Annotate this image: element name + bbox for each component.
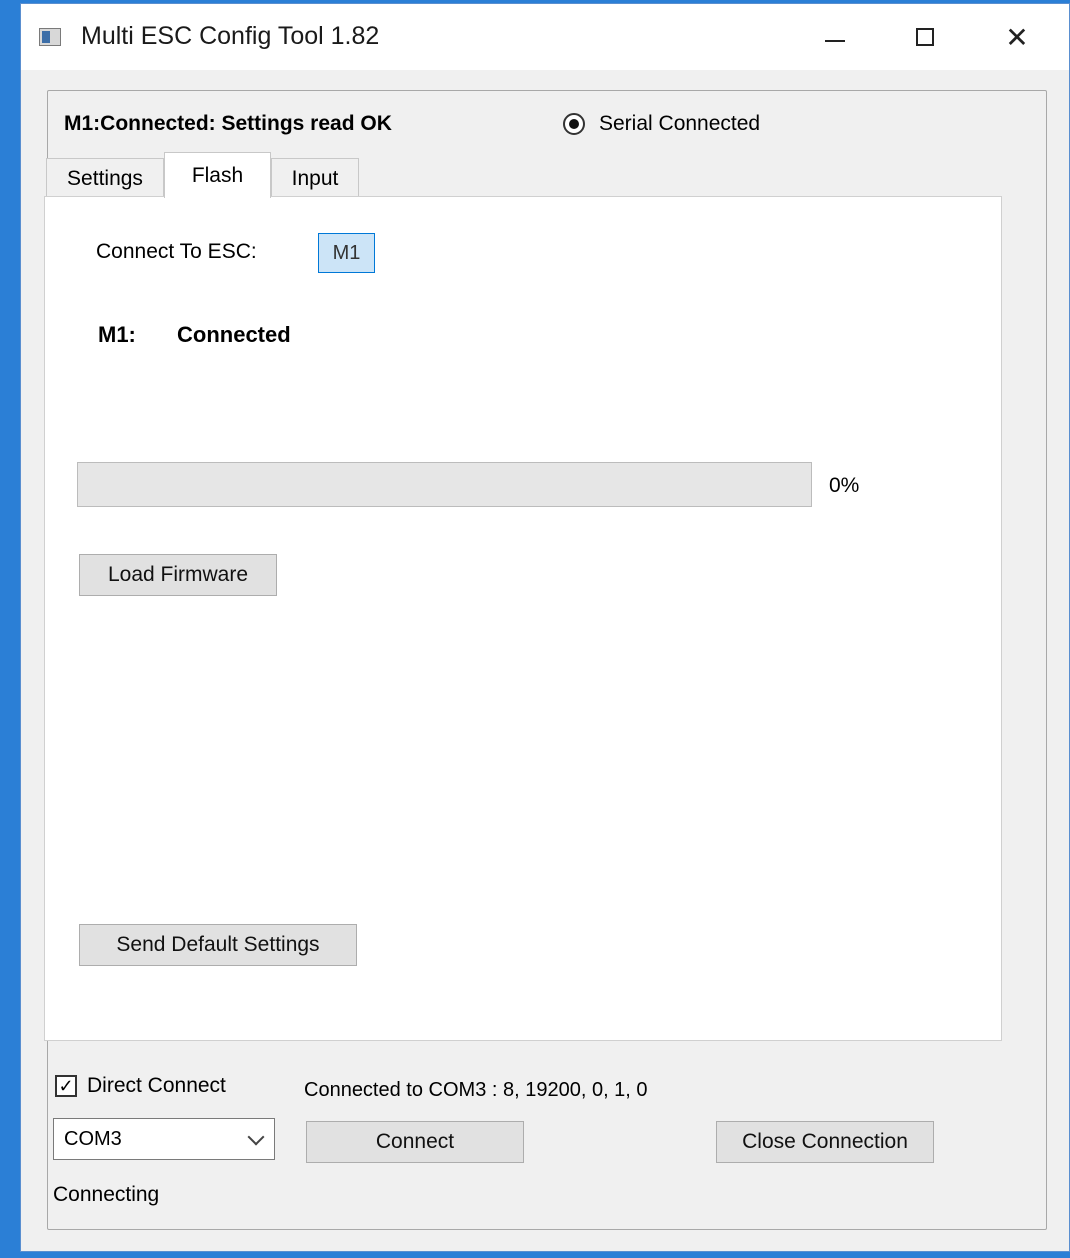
connect-button[interactable]: Connect (306, 1121, 524, 1163)
esc-m1-button[interactable]: M1 (318, 233, 375, 273)
connect-to-esc-label: Connect To ESC: (96, 240, 257, 263)
radio-selected-dot (569, 119, 579, 129)
minimize-button[interactable] (801, 12, 869, 62)
send-default-settings-button[interactable]: Send Default Settings (79, 924, 357, 966)
com-port-value: COM3 (64, 1127, 122, 1150)
app-icon (39, 28, 61, 46)
direct-connect-checkbox[interactable]: ✓ Direct Connect (55, 1074, 226, 1098)
load-firmware-button[interactable]: Load Firmware (79, 554, 277, 596)
chevron-down-icon[interactable] (247, 1128, 265, 1146)
esc-name-label: M1: (98, 322, 136, 347)
connection-info-text: Connected to COM3 : 8, 19200, 0, 1, 0 (304, 1079, 648, 1101)
connection-status-heading: M1:Connected: Settings read OK (64, 112, 392, 135)
com-port-select[interactable]: COM3 (53, 1118, 275, 1160)
tab-input[interactable]: Input (271, 158, 359, 198)
minimize-icon (825, 40, 845, 42)
progress-percent-text: 0% (829, 474, 860, 497)
serial-connected-label: Serial Connected (599, 112, 761, 135)
radio-icon[interactable] (563, 113, 585, 135)
direct-connect-label: Direct Connect (87, 1074, 226, 1097)
flash-progress-bar (77, 462, 812, 507)
esc-status-label: Connected (177, 322, 291, 347)
tab-flash[interactable]: Flash (164, 152, 271, 198)
close-button[interactable]: ✕ (983, 12, 1051, 62)
serial-connected-radio[interactable]: Serial Connected (563, 112, 760, 136)
close-connection-button[interactable]: Close Connection (716, 1121, 934, 1163)
bottom-status-text: Connecting (53, 1183, 160, 1206)
window-title: Multi ESC Config Tool 1.82 (81, 22, 380, 50)
tab-settings[interactable]: Settings (46, 158, 164, 198)
close-icon: ✕ (1005, 21, 1029, 53)
maximize-icon (916, 28, 934, 46)
checkmark-icon: ✓ (58, 1076, 74, 1096)
checkbox-icon[interactable]: ✓ (55, 1075, 77, 1097)
title-bar[interactable]: Multi ESC Config Tool 1.82 ✕ (21, 4, 1069, 70)
maximize-button[interactable] (891, 12, 959, 62)
